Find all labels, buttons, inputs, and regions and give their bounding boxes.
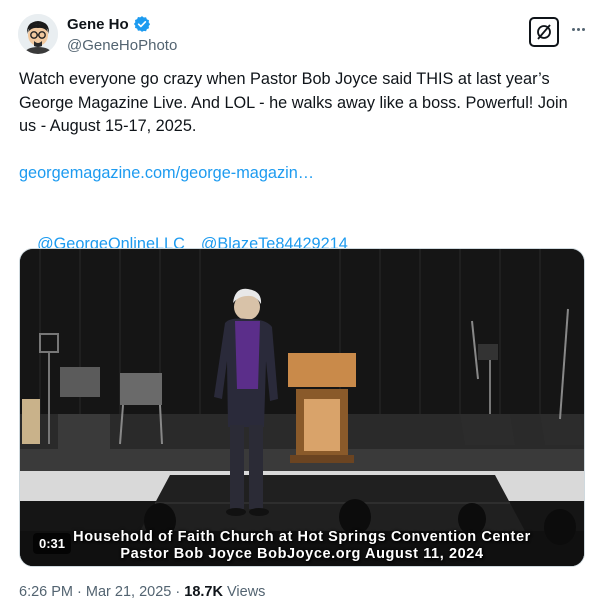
- video-caption-line2: Pastor Bob Joyce BobJoyce.org August 11,…: [120, 546, 484, 562]
- display-name[interactable]: Gene Ho: [67, 16, 129, 33]
- tweet-date[interactable]: Mar 21, 2025: [86, 584, 171, 600]
- author-handle[interactable]: @GeneHoPhoto: [67, 37, 177, 54]
- meta-separator-2: ·: [175, 584, 181, 600]
- grok-icon: [537, 24, 551, 40]
- more-options-icon-dot: [576, 27, 580, 31]
- tweet-body: Watch everyone go crazy when Pastor Bob …: [19, 70, 573, 135]
- tweet-time[interactable]: 6:26 PM: [19, 584, 73, 600]
- author-names: Gene Ho @GeneHoPhoto: [67, 14, 177, 55]
- cartoon-avatar-icon: [18, 14, 58, 54]
- video-player[interactable]: Household of Faith Church at Hot Springs…: [19, 248, 585, 567]
- tweet-header: Gene Ho @GeneHoPhoto: [18, 14, 589, 56]
- video-duration-badge: 0:31: [33, 533, 72, 554]
- more-options-icon: [571, 27, 575, 31]
- more-options-icon-dot: [581, 27, 585, 31]
- tweet-link[interactable]: georgemagazine.com/george-magazin…: [19, 162, 589, 186]
- video-caption-line1: Household of Faith Church at Hot Springs…: [73, 529, 531, 545]
- display-name-row: Gene Ho: [67, 14, 177, 34]
- equipment-right: [478, 344, 498, 360]
- tweet-meta: 6:26 PM · Mar 21, 2025 · 18.7K Views: [19, 584, 265, 600]
- views-count: 18.7K: [184, 584, 223, 600]
- meta-separator: ·: [77, 584, 82, 600]
- views-label: Views: [227, 584, 266, 600]
- avatar[interactable]: [18, 14, 58, 54]
- video-frame: [20, 249, 584, 566]
- equipment: [22, 399, 40, 444]
- more-options-button[interactable]: [567, 18, 589, 40]
- grok-button[interactable]: [529, 17, 559, 47]
- pulpit: [288, 353, 356, 387]
- verified-badge-icon: [133, 16, 150, 32]
